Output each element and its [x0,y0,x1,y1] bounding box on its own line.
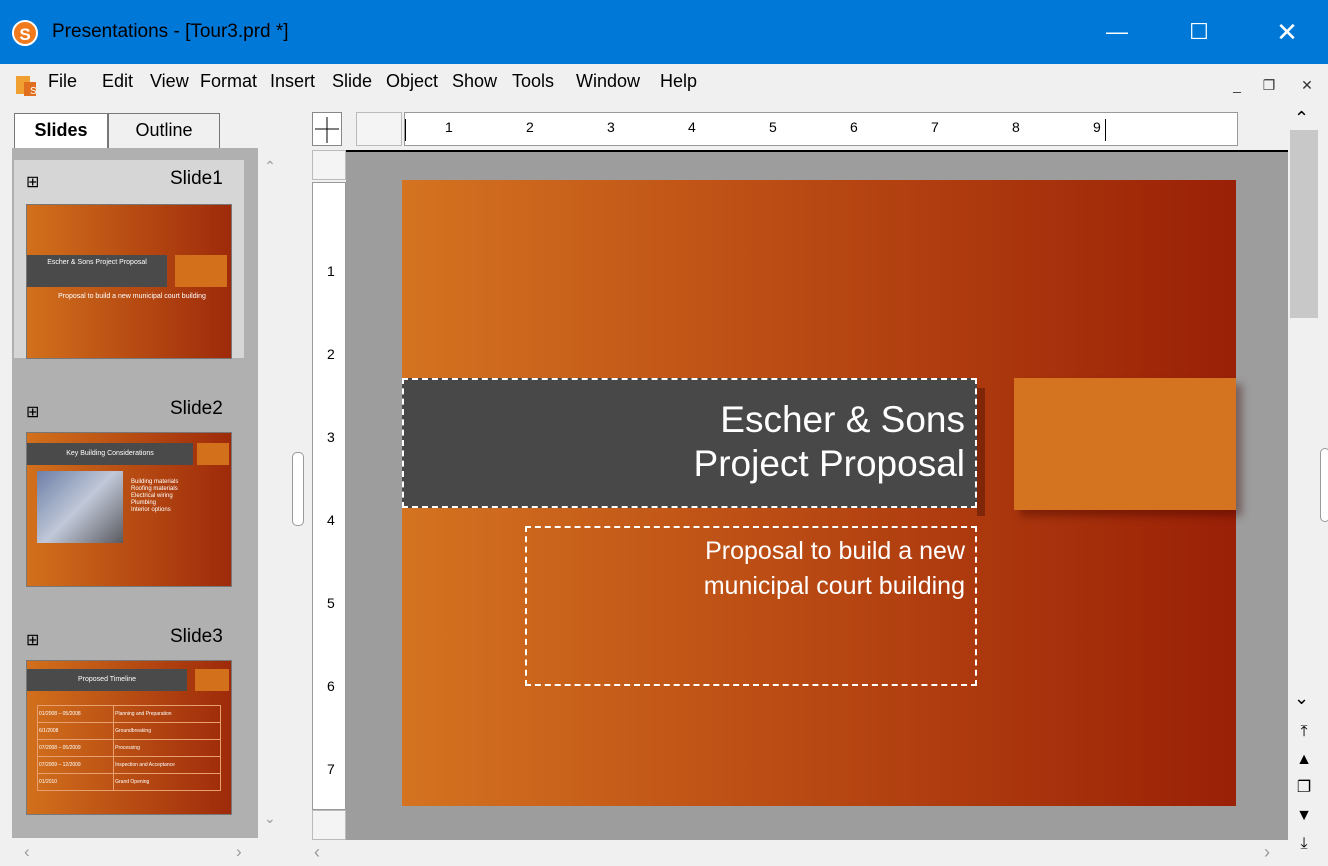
thumb-title: Proposed Timeline [27,669,187,691]
close-button[interactable]: ✕ [1252,0,1322,64]
menu-object[interactable]: Object [386,71,438,92]
scrollbar-thumb[interactable] [1290,130,1318,318]
scroll-down-icon[interactable]: ⌄ [264,810,276,827]
slide-thumbnail-3[interactable]: Proposed Timeline 01/2008 – 05/2008 Plann… [26,660,232,815]
transition-icon: ⊞ [26,174,40,191]
ruler-label: 5 [327,595,335,611]
ruler-label: 1 [445,119,453,135]
svg-text:S: S [30,86,36,96]
ruler-right-marker [1105,119,1106,141]
maximize-button[interactable]: ☐ [1164,0,1234,64]
next-slide-icon[interactable]: ▼ [1290,804,1318,828]
horizontal-scrollbar[interactable]: ‹ › [306,840,1288,866]
vruler-bottom-margin [312,810,346,840]
ruler-label: 2 [327,346,335,362]
menu-tools[interactable]: Tools [512,71,554,92]
workspace-top-border [346,150,1288,152]
window-title: Presentations - [Tour3.prd *] [52,21,289,42]
title-box-shadow [977,388,985,516]
vruler-margin [312,150,346,180]
thumb-accent [197,443,229,465]
app-logo-icon: S [12,20,38,46]
previous-slide-icon[interactable]: ▲ [1290,748,1318,772]
menu-insert[interactable]: Insert [270,71,315,92]
thumbnail-label: Slide1 [170,168,223,189]
thumb-subtitle: Proposal to build a new municipal court … [58,293,206,300]
thumb-accent [175,255,227,287]
menu-window[interactable]: Window [576,71,640,92]
thumb-title: Escher & Sons Project Proposal [27,255,167,287]
scroll-right-icon[interactable]: › [236,842,242,862]
last-slide-icon[interactable]: ⤓ [1290,832,1318,856]
doc-minimize-button[interactable]: _ [1226,74,1248,96]
horizontal-ruler[interactable]: 1 2 3 4 5 6 7 8 9 [404,112,1238,146]
scroll-left-icon[interactable]: ‹ [314,842,320,863]
slide-title[interactable]: Escher & Sons Project Proposal [420,398,965,486]
thumb-title: Key Building Considerations [27,443,193,465]
ruler-label: 4 [688,119,696,135]
ruler-label: 9 [1093,119,1101,135]
building-image [37,471,123,543]
ruler-label: 2 [526,119,534,135]
menu-show[interactable]: Show [452,71,497,92]
ruler-label: 4 [327,512,335,528]
minimize-button[interactable]: — [1082,0,1152,64]
menu-help[interactable]: Help [660,71,697,92]
ruler-label: 5 [769,119,777,135]
first-slide-icon[interactable]: ⤒ [1290,720,1318,744]
tab-outline[interactable]: Outline [108,113,220,148]
ruler-label: 6 [850,119,858,135]
menu-view[interactable]: View [150,71,189,92]
thumbnail-vertical-scrollbar[interactable]: ⌃ ⌄ [258,148,282,838]
scroll-up-icon[interactable]: ⌃ [1294,108,1309,129]
transition-icon: ⊞ [26,632,40,649]
thumb-bullets: Building materials Roofing materials Elect… [131,479,179,513]
scroll-right-icon[interactable]: › [1264,842,1270,863]
thumbnail-horizontal-scrollbar[interactable]: ‹ › [0,838,282,866]
ruler-label: 1 [327,263,335,279]
ruler-label: 6 [327,678,335,694]
slide-thumbnail-2[interactable]: Key Building Considerations Building mat… [26,432,232,587]
right-splitter-handle[interactable] [1320,448,1328,522]
ruler-label: 8 [1012,119,1020,135]
thumb-accent [195,669,229,691]
transition-icon: ⊞ [26,404,40,421]
thumb-table: 01/2008 – 05/2008 Planning and Preparatio… [36,705,221,791]
ruler-margin [356,112,402,146]
ruler-label: 3 [607,119,615,135]
vertical-ruler[interactable]: 1 2 3 4 5 6 7 [312,182,346,810]
ruler-left-marker [405,119,406,141]
tab-slides[interactable]: Slides [14,113,108,148]
scroll-down-icon[interactable]: ⌄ [1294,688,1309,709]
document-icon: S [14,72,37,97]
menu-edit[interactable]: Edit [102,71,133,92]
slide-thumbnail-1[interactable]: Escher & Sons Project Proposal Proposal … [26,204,232,359]
accent-rectangle[interactable] [1014,378,1236,510]
thumbnail-label: Slide3 [170,626,223,647]
ruler-crosshair-icon[interactable] [312,112,342,146]
doc-close-button[interactable]: ✕ [1296,74,1318,96]
menu-file[interactable]: File [48,71,77,92]
slide-subtitle[interactable]: Proposal to build a new municipal court … [535,534,965,604]
doc-restore-button[interactable]: ❐ [1258,74,1280,96]
menu-format[interactable]: Format [200,71,257,92]
scroll-left-icon[interactable]: ‹ [24,842,30,862]
thumbnail-label: Slide2 [170,398,223,419]
scroll-up-icon[interactable]: ⌃ [258,158,282,175]
ruler-label: 3 [327,429,335,445]
splitter-handle[interactable] [292,452,304,526]
ruler-label: 7 [327,761,335,777]
slide-sorter-icon[interactable]: ❐ [1290,776,1318,800]
menu-slide[interactable]: Slide [332,71,372,92]
ruler-label: 7 [931,119,939,135]
